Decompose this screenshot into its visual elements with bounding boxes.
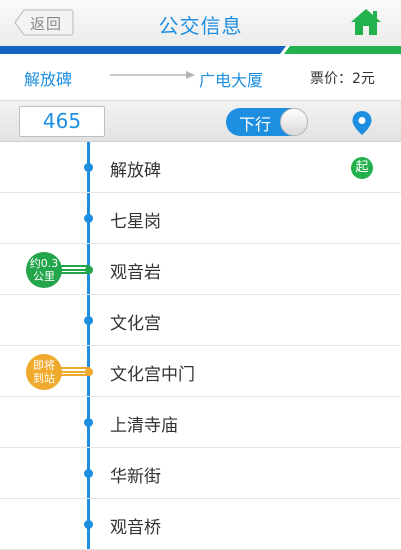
location-pin-icon[interactable] — [351, 110, 373, 136]
bus-badge-line-2: 到站 — [33, 372, 55, 385]
bus-position-dot — [85, 368, 93, 376]
fare-label: 票价：2元 — [310, 71, 375, 87]
stop-name: 七星岗 — [110, 212, 161, 232]
direction-label: 下行 — [239, 115, 272, 134]
toggle-knob[interactable] — [280, 108, 308, 136]
arrow-right-icon — [110, 71, 195, 79]
stop-row[interactable]: 华新街 — [0, 448, 401, 499]
stop-name: 文化宫中门 — [110, 365, 195, 385]
stop-dot — [84, 469, 93, 478]
direction-toggle[interactable]: 下行 — [226, 108, 308, 136]
page-title: 公交信息 — [158, 14, 243, 38]
stop-row[interactable]: 七星岗 — [0, 193, 401, 244]
header-stripe — [0, 46, 401, 54]
stop-name: 文化宫 — [110, 314, 161, 334]
route-number-field[interactable]: 465 — [19, 106, 105, 137]
route-origin: 解放碑 — [24, 70, 73, 89]
control-bar: 465 下行 — [0, 100, 401, 142]
stop-dot — [84, 520, 93, 529]
stop-row[interactable]: 即将 到站 文化宫中门 — [0, 346, 401, 397]
stop-row[interactable]: 观音桥 — [0, 499, 401, 550]
stop-dot — [84, 214, 93, 223]
stop-name: 华新街 — [110, 467, 161, 487]
stop-dot — [84, 316, 93, 325]
stop-name: 解放碑 — [110, 161, 161, 181]
stop-row[interactable]: 文化宫 — [0, 295, 401, 346]
home-icon[interactable] — [349, 7, 383, 37]
stop-dot — [84, 163, 93, 172]
bus-badge-line-1: 即将 — [33, 359, 55, 372]
stop-row[interactable]: 上清寺庙 — [0, 397, 401, 448]
stop-dot — [84, 418, 93, 427]
bus-badge-line-2: 公里 — [33, 270, 55, 283]
start-badge: 起 — [351, 157, 373, 179]
bus-position-dot — [85, 266, 93, 274]
route-summary: 解放碑 广电大厦 票价：2元 — [0, 54, 401, 100]
stop-row[interactable]: 约0.3 公里 观音岩 — [0, 244, 401, 295]
stop-name: 观音岩 — [110, 263, 161, 283]
stop-name: 上清寺庙 — [110, 416, 178, 436]
stop-list: 解放碑 起 七星岗 约0.3 公里 观音岩 文化宫 即将 到站 文化宫中门 上清… — [0, 142, 401, 550]
bus-badge-line-1: 约0.3 — [29, 257, 59, 270]
stop-name: 观音桥 — [110, 518, 161, 538]
stop-row[interactable]: 解放碑 起 — [0, 142, 401, 193]
header-bar: 返回 公交信息 — [0, 0, 401, 46]
bus-distance-badge: 约0.3 公里 — [26, 252, 62, 288]
route-destination: 广电大厦 — [199, 71, 264, 90]
bus-arriving-badge: 即将 到站 — [26, 354, 62, 390]
